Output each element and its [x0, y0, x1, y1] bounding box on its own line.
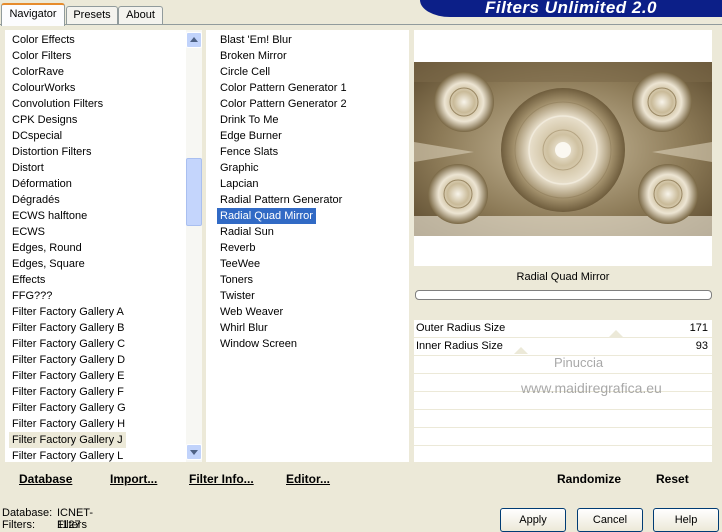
param-name: Outer Radius Size	[416, 322, 506, 334]
chevron-up-icon	[190, 37, 198, 42]
filter-item[interactable]: Toners	[217, 272, 347, 288]
filter-item[interactable]: Edge Burner	[217, 128, 347, 144]
progress-bar	[415, 290, 712, 300]
category-list[interactable]: Color Effects Color Filters ColorRave Colou…	[9, 32, 126, 464]
category-item[interactable]: CPK Designs	[9, 112, 126, 128]
help-button[interactable]: Help	[653, 508, 719, 532]
filter-item[interactable]: Radial Sun	[217, 224, 347, 240]
category-item[interactable]: Déformation	[9, 176, 126, 192]
filter-item[interactable]: Radial Quad Mirror	[217, 208, 316, 224]
param-value: 93	[695, 340, 708, 352]
category-item[interactable]: ECWS halftone	[9, 208, 126, 224]
randomize-button[interactable]: Randomize	[557, 472, 621, 486]
param-empty-row	[414, 446, 712, 463]
status-filters-value: 1127	[57, 519, 81, 531]
filter-item[interactable]: Graphic	[217, 160, 347, 176]
status-filters: Filters: 1127	[2, 519, 81, 531]
category-item[interactable]: Color Effects	[9, 32, 126, 48]
chevron-down-icon	[190, 450, 198, 455]
status-filters-label: Filters:	[2, 519, 35, 531]
category-item[interactable]: ColourWorks	[9, 80, 126, 96]
editor-button[interactable]: Editor...	[286, 472, 330, 486]
category-item[interactable]: Filter Factory Gallery D	[9, 352, 126, 368]
filter-item[interactable]: Web Weaver	[217, 304, 347, 320]
filter-item[interactable]: Drink To Me	[217, 112, 347, 128]
param-name: Inner Radius Size	[416, 340, 503, 352]
status-db-label: Database:	[2, 507, 53, 519]
category-item[interactable]: Color Filters	[9, 48, 126, 64]
category-item[interactable]: Edges, Round	[9, 240, 126, 256]
filter-item[interactable]: Circle Cell	[217, 64, 347, 80]
filter-item[interactable]: Blast 'Em! Blur	[217, 32, 347, 48]
filter-item[interactable]: Reverb	[217, 240, 347, 256]
category-item[interactable]: FFG???	[9, 288, 126, 304]
param-inner-radius[interactable]: Inner Radius Size 93	[414, 338, 712, 356]
preview-image	[414, 62, 712, 236]
filter-item[interactable]: Fence Slats	[217, 144, 347, 160]
filter-info-button[interactable]: Filter Info...	[189, 472, 254, 486]
filter-list[interactable]: Blast 'Em! Blur Broken Mirror Circle Cell C…	[217, 32, 347, 352]
filter-name-label: Radial Quad Mirror	[414, 266, 712, 288]
category-item[interactable]: Filter Factory Gallery G	[9, 400, 126, 416]
filter-list-panel: Blast 'Em! Blur Broken Mirror Circle Cell C…	[206, 30, 409, 462]
watermark-name: Pinuccia	[554, 355, 604, 370]
watermark-url: www.maidiregrafica.eu	[521, 380, 662, 396]
filter-item[interactable]: Radial Pattern Generator	[217, 192, 347, 208]
param-value: 171	[689, 322, 708, 334]
tab-presets[interactable]: Presets	[66, 6, 118, 24]
slider-marker-icon[interactable]	[609, 330, 623, 337]
filter-item[interactable]: Twister	[217, 288, 347, 304]
tab-about[interactable]: About	[118, 6, 163, 24]
filter-item[interactable]: Broken Mirror	[217, 48, 347, 64]
tab-divider	[0, 24, 722, 25]
import-button[interactable]: Import...	[110, 472, 157, 486]
scroll-down-button[interactable]	[186, 444, 202, 460]
scroll-thumb[interactable]	[186, 158, 202, 226]
category-item[interactable]: Dégradés	[9, 192, 126, 208]
filter-item[interactable]: Color Pattern Generator 2	[217, 96, 347, 112]
category-list-panel: Color Effects Color Filters ColorRave Colou…	[5, 30, 186, 462]
filter-item[interactable]: TeeWee	[217, 256, 347, 272]
category-item[interactable]: ECWS	[9, 224, 126, 240]
category-item[interactable]: Distort	[9, 160, 126, 176]
filter-item[interactable]: Whirl Blur	[217, 320, 347, 336]
filter-item[interactable]: Lapcian	[217, 176, 347, 192]
category-item[interactable]: Effects	[9, 272, 126, 288]
category-item[interactable]: ColorRave	[9, 64, 126, 80]
param-outer-radius[interactable]: Outer Radius Size 171	[414, 320, 712, 338]
category-scrollbar[interactable]	[186, 30, 202, 462]
database-button[interactable]: Database	[19, 472, 72, 486]
filter-item[interactable]: Color Pattern Generator 1	[217, 80, 347, 96]
apply-button[interactable]: Apply	[500, 508, 566, 532]
param-empty-row	[414, 428, 712, 446]
category-item[interactable]: Edges, Square	[9, 256, 126, 272]
category-item[interactable]: Filter Factory Gallery J	[9, 432, 126, 448]
category-item[interactable]: Filter Factory Gallery L	[9, 448, 126, 464]
category-item[interactable]: DCspecial	[9, 128, 126, 144]
reset-button[interactable]: Reset	[656, 472, 689, 486]
status-database: Database: ICNET-Filters	[2, 507, 93, 531]
cancel-button[interactable]: Cancel	[577, 508, 643, 532]
param-empty-row	[414, 410, 712, 428]
app-title: Filters Unlimited 2.0	[420, 0, 722, 17]
category-item[interactable]: Filter Factory Gallery E	[9, 368, 126, 384]
category-item[interactable]: Filter Factory Gallery C	[9, 336, 126, 352]
category-item[interactable]: Convolution Filters	[9, 96, 126, 112]
filter-item[interactable]: Window Screen	[217, 336, 347, 352]
category-item[interactable]: Filter Factory Gallery F	[9, 384, 126, 400]
slider-marker-icon[interactable]	[514, 347, 528, 354]
scroll-up-button[interactable]	[186, 32, 202, 48]
category-item[interactable]: Filter Factory Gallery B	[9, 320, 126, 336]
category-item[interactable]: Filter Factory Gallery H	[9, 416, 126, 432]
category-item[interactable]: Distortion Filters	[9, 144, 126, 160]
tab-navigator[interactable]: Navigator	[1, 3, 65, 26]
category-item[interactable]: Filter Factory Gallery A	[9, 304, 126, 320]
